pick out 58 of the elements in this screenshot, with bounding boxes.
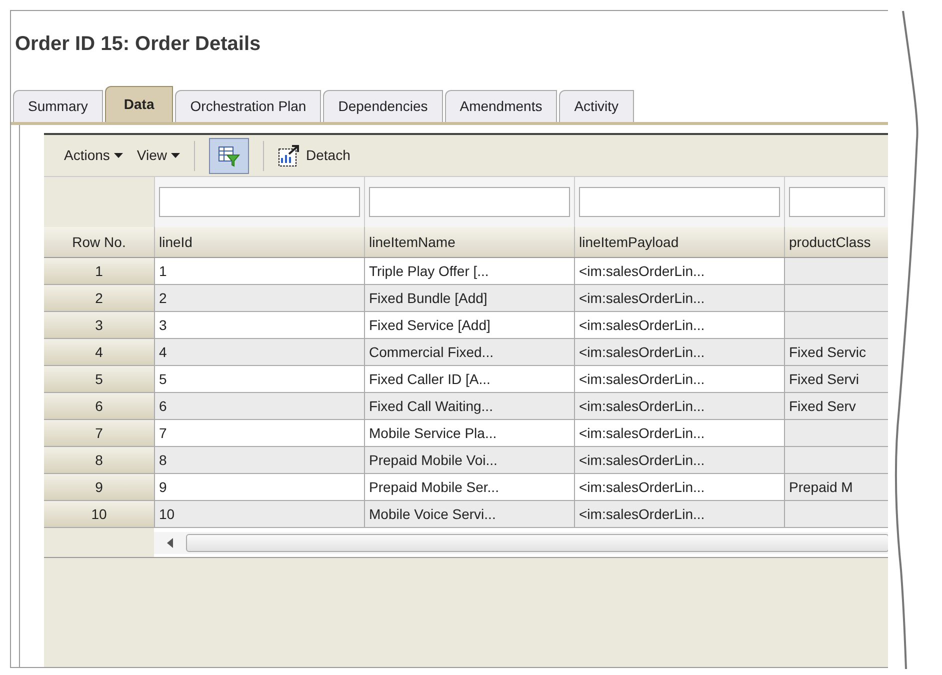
column-header: Row No. [71,232,127,252]
table-cell: Fixed Caller ID [A... [364,366,574,392]
table-cell: Prepaid Mobile Ser... [364,474,574,500]
table-cell: Fixed Call Waiting... [364,393,574,419]
table-cell: Mobile Service Pla... [364,420,574,446]
detach-button[interactable]: Detach [278,144,350,166]
table-cell: Fixed Bundle [Add] [364,285,574,311]
table-cell: 3 [154,312,364,338]
table-cell: 7 [154,420,364,446]
row-number: 1 [44,258,154,284]
menu-button[interactable]: View [136,145,180,166]
table-cell: 1 [154,258,364,284]
table-cell: Prepaid M [784,474,888,500]
tab[interactable]: Dependencies [323,90,443,122]
column-filter-field[interactable] [369,187,570,217]
row-number: 9 [44,474,154,500]
table-cell: 5 [154,366,364,392]
table-cell: 8 [154,447,364,473]
column-filter-field[interactable] [159,187,360,217]
caret-icon [171,153,180,158]
tab[interactable]: Summary [13,90,103,122]
tab[interactable]: Orchestration Plan [175,90,322,122]
table-filter-icon [218,144,240,166]
caret-icon [114,153,123,158]
table-cell: 10 [154,501,364,527]
tab[interactable]: Amendments [444,90,558,122]
table-cell: 4 [154,339,364,365]
row-number: 4 [44,339,154,365]
tab[interactable]: Activity [559,90,634,122]
table-cell: 6 [154,393,364,419]
column-filter-field[interactable] [579,187,780,217]
column-header[interactable]: lineItemPayload [574,227,784,257]
column-header[interactable]: lineItemName [364,227,574,257]
horizontal-scrollbar[interactable] [154,532,888,554]
table-cell: 9 [154,474,364,500]
row-number: 5 [44,366,154,392]
detach-icon [278,144,300,166]
table-cell: 2 [154,285,364,311]
filter-toggle-button[interactable] [209,138,250,174]
table-cell: Triple Play Offer [... [364,258,574,284]
tab[interactable]: Data [104,86,174,122]
table-cell: Fixed Service [Add] [364,312,574,338]
column-filter-field[interactable] [789,187,885,217]
scroll-left-icon [166,538,174,548]
row-number: 6 [44,393,154,419]
menu-button[interactable]: Actions [64,145,123,166]
table-cell: Commercial Fixed... [364,339,574,365]
row-number: 3 [44,312,154,338]
row-number: 7 [44,420,154,446]
row-number: 8 [44,447,154,473]
table-cell: Fixed Servi [784,366,888,392]
row-number: 10 [44,501,154,527]
column-header[interactable]: productClass [784,227,888,257]
column-header[interactable]: lineId [154,227,364,257]
table-cell: Mobile Voice Servi... [364,501,574,527]
row-number: 2 [44,285,154,311]
page-title: Order ID 15: Order Details [15,32,261,57]
table-cell: Prepaid Mobile Voi... [364,447,574,473]
